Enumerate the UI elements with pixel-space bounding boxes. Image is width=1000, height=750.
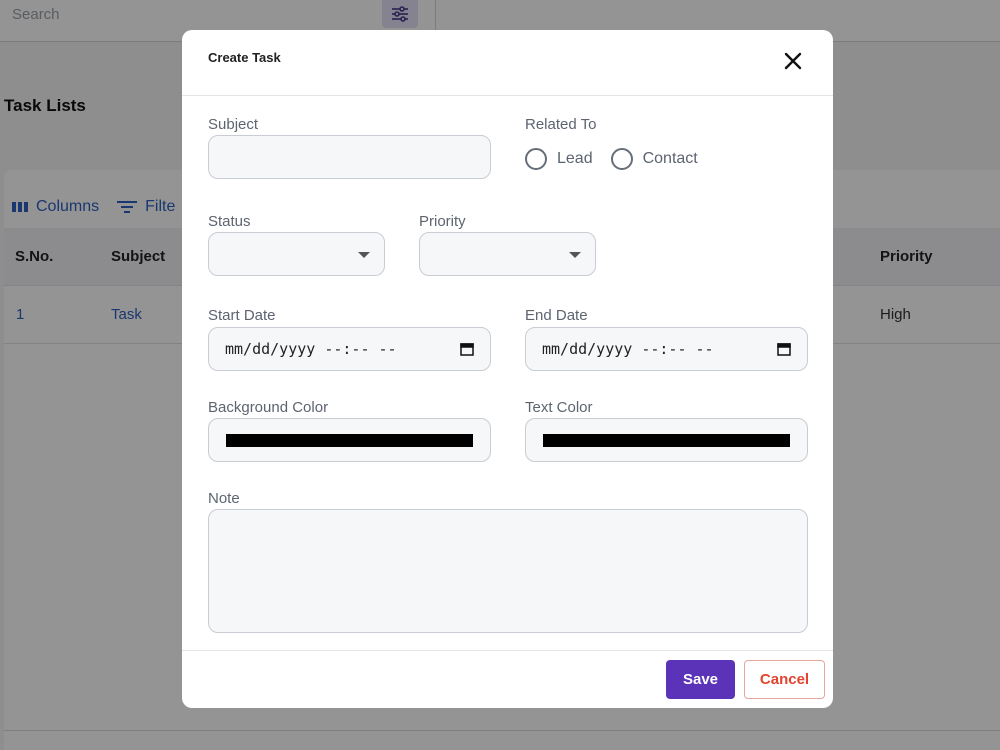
calendar-icon[interactable]: [460, 342, 474, 356]
radio-lead-label[interactable]: Lead: [557, 150, 593, 168]
end-date-input[interactable]: mm/dd/yyyy --:-- --: [525, 327, 808, 371]
dialog-title: Create Task: [208, 50, 281, 65]
save-button[interactable]: Save: [666, 660, 735, 699]
start-date-value: mm/dd/yyyy --:-- --: [225, 340, 397, 358]
close-button[interactable]: [780, 48, 806, 74]
related-to-label: Related To: [525, 116, 597, 133]
chevron-down-icon: [358, 252, 370, 258]
priority-label: Priority: [419, 213, 466, 230]
start-date-label: Start Date: [208, 307, 276, 324]
radio-contact[interactable]: [610, 148, 633, 170]
cancel-button[interactable]: Cancel: [744, 660, 825, 699]
status-label: Status: [208, 213, 251, 230]
close-icon: [784, 52, 802, 70]
end-date-label: End Date: [525, 307, 588, 324]
text-color-picker[interactable]: [525, 418, 808, 462]
subject-input[interactable]: [208, 135, 491, 179]
radio-lead[interactable]: [525, 148, 547, 170]
text-color-label: Text Color: [525, 399, 593, 416]
background-color-swatch: [226, 434, 473, 447]
end-date-value: mm/dd/yyyy --:-- --: [542, 340, 714, 358]
background-color-label: Background Color: [208, 399, 329, 416]
related-to-radio-group: Lead Contact: [525, 148, 710, 170]
calendar-icon[interactable]: [777, 342, 791, 356]
background-color-picker[interactable]: [208, 418, 491, 462]
subject-label: Subject: [208, 116, 259, 133]
priority-select[interactable]: [419, 232, 596, 276]
text-color-swatch: [543, 434, 790, 447]
start-date-input[interactable]: mm/dd/yyyy --:-- --: [208, 327, 491, 371]
dialog-header: Create Task: [182, 30, 833, 96]
note-textarea[interactable]: [208, 509, 808, 633]
note-label: Note: [208, 490, 240, 507]
radio-contact-label[interactable]: Contact: [643, 150, 698, 168]
dialog-footer: [182, 650, 833, 708]
status-select[interactable]: [208, 232, 385, 276]
chevron-down-icon: [569, 252, 581, 258]
create-task-dialog: Create Task Subject Related To Lead Cont…: [182, 30, 833, 708]
